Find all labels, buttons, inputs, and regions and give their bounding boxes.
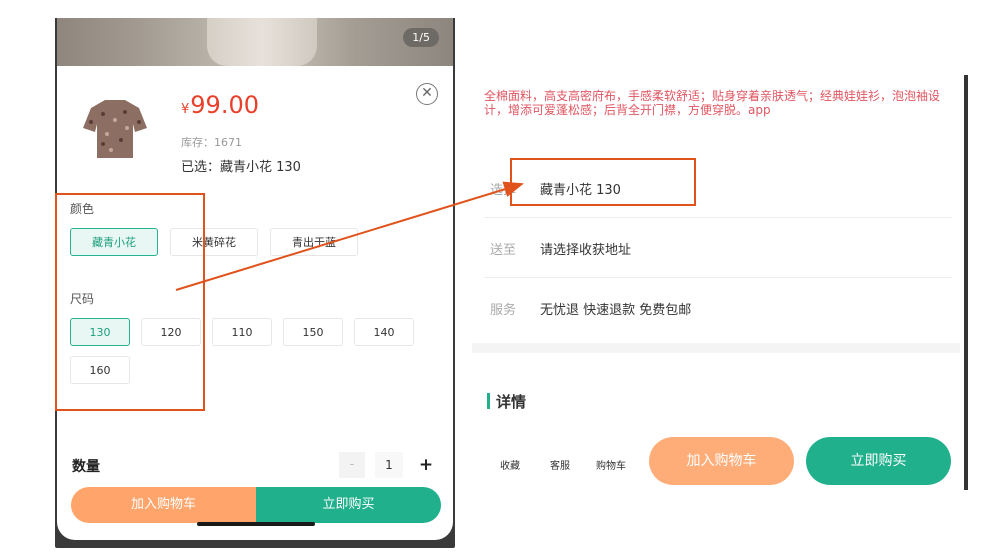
customer-service-icon-label[interactable]: 客服 [550,457,570,472]
quantity-label: 数量 [72,459,100,475]
stock-count: 库存：1671 [181,136,242,149]
price: ¥99.00 [181,91,259,119]
product-photo[interactable]: 1/5 [57,18,453,66]
product-description: 全棉面料，高支高密府布，手感柔软舒适；贴身穿着亲肤透气；经典娃娃衫，泡泡袖设计，… [484,89,941,117]
color-option-2[interactable]: 青出于蓝 [270,228,358,256]
model-figure [207,18,317,66]
buy-now-button-bottom[interactable]: 立即购买 [806,437,951,485]
shipping-row[interactable]: 送至 请选择收获地址 [484,219,952,278]
detail-accent-bar [487,393,490,409]
annotation-box-selection [510,158,696,206]
home-indicator [197,522,315,526]
product-detail-panel: 全棉面料，高支高密府布，手感柔软舒适；贴身穿着亲肤透气；经典娃娃衫，泡泡袖设计，… [472,75,968,490]
image-counter: 1/5 [403,28,439,47]
size-option-3[interactable]: 150 [283,318,343,346]
quantity-minus-button[interactable]: - [339,452,365,478]
service-row[interactable]: 服务 无忧退 快速退款 免费包邮 [484,279,952,337]
buy-now-button[interactable]: 立即购买 [256,487,441,523]
product-thumbnail [83,100,147,158]
shipping-row-value: 请选择收获地址 [540,243,632,258]
cart-icon-label[interactable]: 购物车 [596,457,626,472]
quantity-value[interactable]: 1 [375,452,403,478]
selected-sku: 已选：藏青小花 130 [181,160,301,175]
section-divider [472,343,960,353]
service-row-label: 服务 [490,303,517,318]
close-icon[interactable]: ✕ [416,83,438,105]
size-option-2[interactable]: 110 [212,318,272,346]
shipping-row-label: 送至 [490,243,517,258]
quantity-plus-button[interactable]: + [413,452,439,478]
detail-title: 详情 [496,393,527,411]
add-to-cart-button-bottom[interactable]: 加入购物车 [649,437,794,485]
service-row-value: 无忧退 快速退款 免费包邮 [540,303,692,318]
panel-edge [964,75,968,490]
annotation-box-options [55,193,205,411]
favorite-icon-label[interactable]: 收藏 [500,457,520,472]
size-option-4[interactable]: 140 [354,318,414,346]
add-to-cart-button[interactable]: 加入购物车 [71,487,256,523]
